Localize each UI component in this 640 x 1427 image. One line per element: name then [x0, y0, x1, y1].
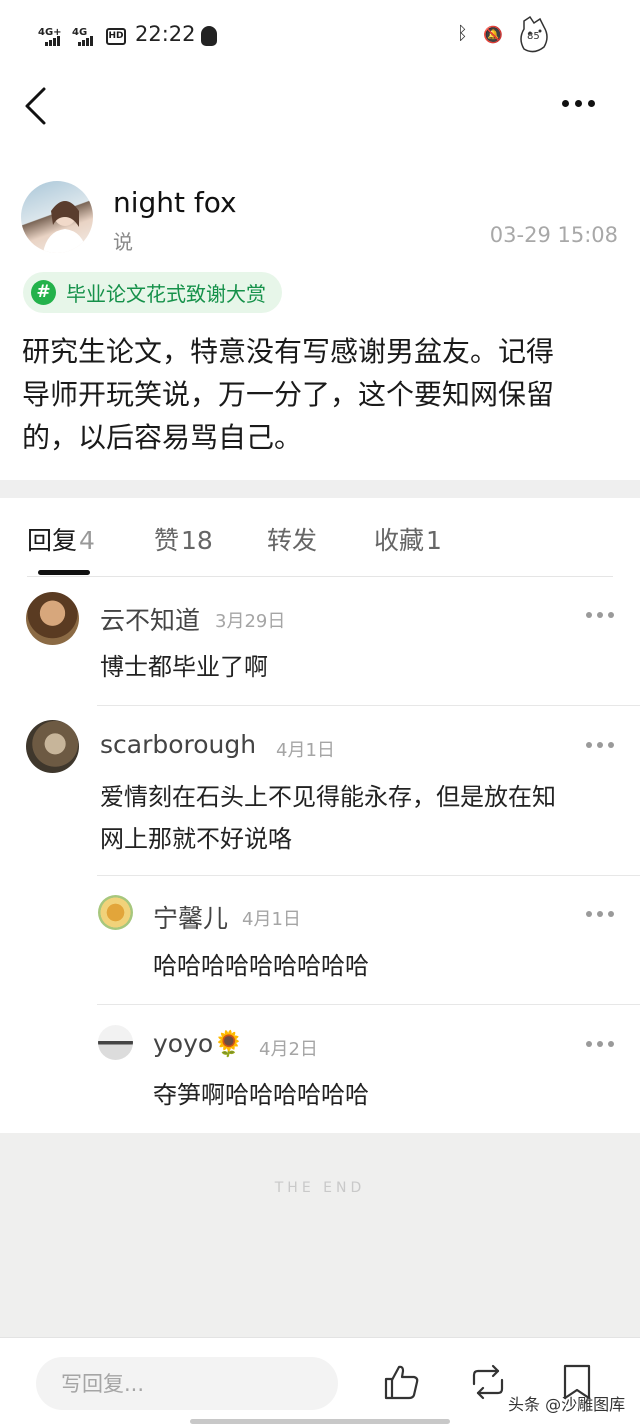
- comment-text: 夺笋啊哈哈哈哈哈哈: [153, 1074, 369, 1116]
- tab-count: 1: [426, 526, 442, 555]
- end-area: [0, 1133, 640, 1337]
- comment-author-text: yoyo: [153, 1029, 214, 1058]
- tab-reposts[interactable]: 转发: [267, 521, 317, 557]
- qq-icon: [201, 26, 217, 46]
- comment-author[interactable]: yoyo🌻: [153, 1029, 244, 1059]
- clock: 22:22: [135, 22, 196, 46]
- tab-label: 收藏: [374, 526, 425, 555]
- comment-more-icon[interactable]: [586, 911, 614, 917]
- comment-text-line: 网上那就不好说咯: [100, 825, 292, 853]
- battery-level: 85: [527, 31, 540, 42]
- comment-author[interactable]: 宁馨儿: [153, 899, 228, 935]
- bluetooth-icon: ᛒ: [457, 23, 468, 44]
- comment-avatar[interactable]: [26, 592, 79, 645]
- comment-divider: [97, 875, 640, 876]
- comment-date: 4月2日: [259, 1039, 318, 1060]
- comment-text: 哈哈哈哈哈哈哈哈哈: [153, 945, 369, 987]
- comment-avatar[interactable]: [98, 1025, 133, 1060]
- sunflower-icon: 🌻: [213, 1029, 245, 1058]
- tab-favorites[interactable]: 收藏1: [374, 521, 442, 557]
- tab-indicator: [38, 570, 90, 575]
- tab-replies[interactable]: 回复4: [27, 521, 95, 557]
- signal-bars-1-icon: [45, 36, 60, 46]
- post-body-line: 的，以后容易骂自己。: [22, 421, 303, 454]
- tab-count: 18: [181, 526, 213, 555]
- author-avatar[interactable]: [21, 181, 93, 253]
- comment-more-icon[interactable]: [586, 612, 614, 618]
- tab-label: 转发: [267, 526, 318, 555]
- more-icon[interactable]: [562, 100, 595, 107]
- tab-likes[interactable]: 赞18: [154, 521, 213, 557]
- tab-label: 赞: [154, 526, 180, 555]
- home-indicator[interactable]: [190, 1419, 450, 1424]
- comment-text: 爱情刻在石头上不见得能永存，但是放在知 网上那就不好说咯: [100, 776, 556, 860]
- comment-author[interactable]: scarborough: [100, 730, 256, 759]
- back-arrow-icon[interactable]: [22, 86, 52, 126]
- signal-bars-2-icon: [78, 36, 93, 46]
- post-body-line: 研究生论文，特意没有写感谢男盆友。记得: [22, 335, 555, 368]
- tab-count: 4: [79, 526, 95, 555]
- topic-label: 毕业论文花式致谢大赏: [66, 282, 266, 306]
- comment-date: 3月29日: [215, 611, 286, 632]
- like-thumb-icon[interactable]: [382, 1362, 422, 1402]
- repost-icon[interactable]: [468, 1362, 508, 1402]
- comment-divider: [97, 1004, 640, 1005]
- hd-badge: HD: [106, 28, 126, 45]
- tab-label: 回复: [27, 526, 78, 555]
- comment-text-line: 博士都毕业了啊: [100, 653, 268, 681]
- status-bar: 4G+ 4G HD 22:22 ᛒ 🔕 85: [0, 0, 640, 72]
- comment-text-line: 哈哈哈哈哈哈哈哈哈: [153, 952, 369, 980]
- comment-more-icon[interactable]: [586, 742, 614, 748]
- mute-icon: 🔕: [483, 25, 503, 44]
- comment-text-line: 爱情刻在石头上不见得能永存，但是放在知: [100, 783, 556, 811]
- section-separator: [0, 480, 640, 498]
- post-verb: 说: [113, 230, 133, 254]
- comment-date: 4月1日: [242, 909, 301, 930]
- comment-author[interactable]: 云不知道: [100, 601, 200, 637]
- tab-divider: [27, 576, 613, 577]
- author-name[interactable]: night fox: [113, 186, 237, 219]
- reply-input[interactable]: [36, 1357, 338, 1410]
- comment-avatar[interactable]: [98, 895, 133, 930]
- post-body: 研究生论文，特意没有写感谢男盆友。记得 导师开玩笑说，万一分了，这个要知网保留 …: [22, 330, 622, 459]
- comment-divider: [97, 705, 640, 706]
- comment-text-line: 夺笋啊哈哈哈哈哈哈: [153, 1081, 369, 1109]
- comment-more-icon[interactable]: [586, 1041, 614, 1047]
- post-time: 03-29 15:08: [489, 223, 618, 247]
- end-label: THE END: [274, 1180, 366, 1196]
- comment-text: 博士都毕业了啊: [100, 646, 268, 688]
- comment-date: 4月1日: [276, 740, 335, 761]
- topic-hash-icon: #: [31, 280, 56, 305]
- watermark: 头条 @沙雕图库: [508, 1395, 626, 1414]
- comment-avatar[interactable]: [26, 720, 79, 773]
- post-body-line: 导师开玩笑说，万一分了，这个要知网保留: [22, 378, 555, 411]
- topic-tag[interactable]: # 毕业论文花式致谢大赏: [23, 272, 282, 313]
